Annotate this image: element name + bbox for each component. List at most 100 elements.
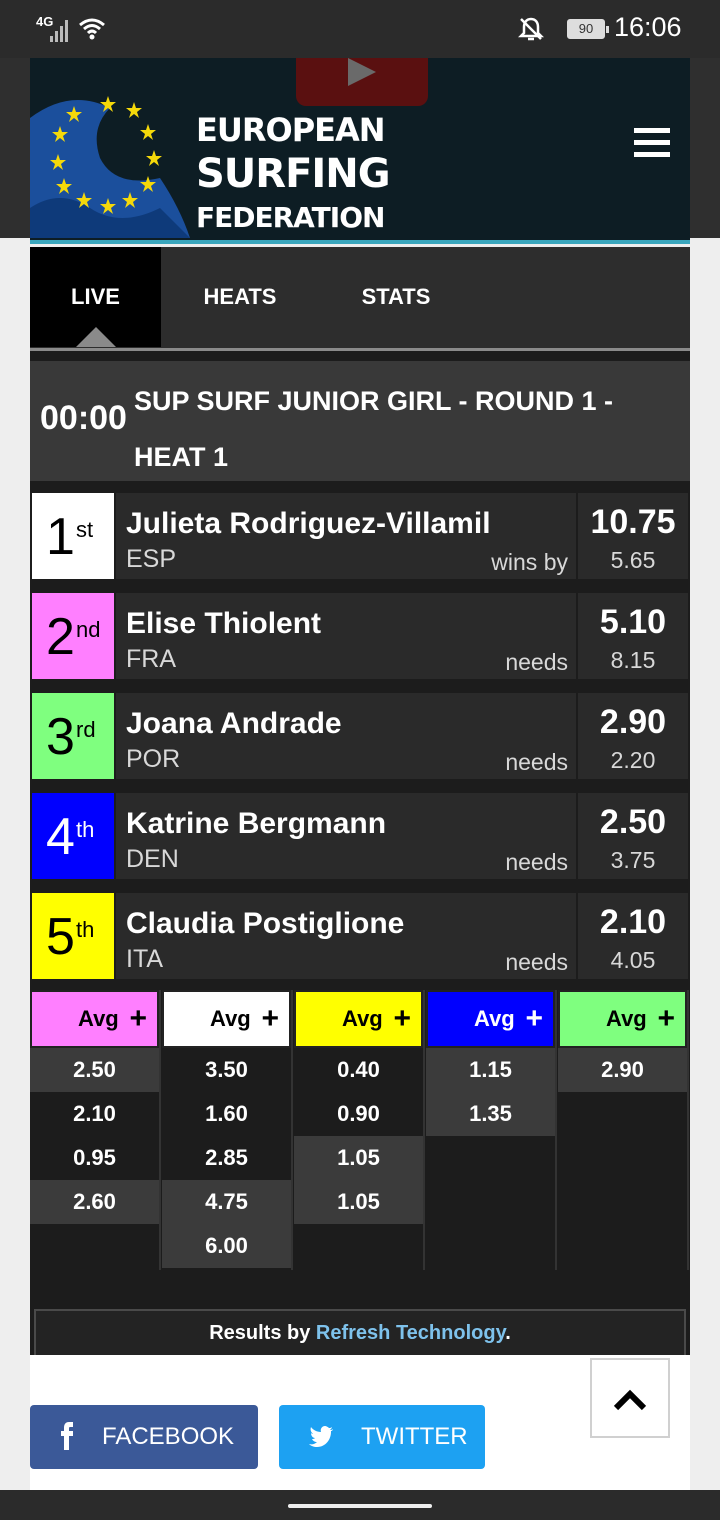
score-difference: 8.15 — [610, 647, 656, 673]
competitor-name: Joana Andrade — [126, 707, 342, 740]
clock: 16:06 — [614, 12, 682, 42]
place-suffix: th — [76, 817, 95, 842]
competitor-country: POR — [126, 745, 181, 773]
total-score: 2.50 — [599, 803, 667, 841]
score-difference: 3.75 — [610, 847, 656, 873]
twitter-label: TWITTER — [361, 1423, 468, 1450]
wave-score: 4.75 — [162, 1180, 291, 1224]
hamburger-menu-icon[interactable] — [634, 128, 670, 160]
share-footer: FACEBOOK TWITTER — [30, 1355, 690, 1490]
facebook-icon — [58, 1405, 78, 1494]
brand-wordmark: EUROPEAN SURFING FEDERATION — [196, 108, 391, 240]
expand-plus-icon[interactable]: + — [525, 992, 543, 1046]
tab-heats[interactable]: HEATS — [176, 247, 304, 347]
competitor-info: Joana Andrade POR needs — [116, 693, 576, 779]
twitter-icon — [307, 1405, 335, 1494]
score-difference: 4.05 — [610, 947, 656, 973]
competitor-country: FRA — [126, 645, 176, 673]
expand-plus-icon[interactable]: + — [393, 992, 411, 1046]
wave-score: 1.35 — [426, 1092, 555, 1136]
wave-score: 1.15 — [426, 1048, 555, 1092]
header-banner: EUROPEAN SURFING FEDERATION — [30, 58, 690, 244]
competitor-info: Claudia Postiglione ITA needs — [116, 893, 576, 979]
score-difference: 2.20 — [610, 747, 656, 773]
wave-column-header[interactable]: Avg + — [30, 990, 159, 1048]
place-number: 5 — [46, 908, 75, 966]
tab-bar: LIVE HEATS STATS — [30, 247, 690, 351]
competitor-name: Julieta Rodriguez-Villamil — [126, 507, 491, 540]
competitor-status: wins by — [491, 549, 568, 575]
expand-plus-icon[interactable]: + — [261, 992, 279, 1046]
wave-column: Avg +2.90 — [558, 990, 689, 1270]
avg-label: Avg — [342, 1006, 383, 1031]
competitor-row[interactable]: 4th Katrine Bergmann DEN needs 2.50 3.75 — [30, 791, 690, 881]
place-suffix: st — [76, 517, 94, 542]
wave-score: 2.10 — [73, 1101, 116, 1126]
score-box: 10.75 5.65 — [578, 493, 688, 579]
avg-label: Avg — [210, 1006, 251, 1031]
facebook-share-button[interactable]: FACEBOOK — [30, 1405, 258, 1469]
tab-live[interactable]: LIVE — [30, 247, 161, 347]
wave-column-header[interactable]: Avg + — [294, 990, 423, 1048]
home-gesture-bar[interactable] — [288, 1504, 432, 1508]
place-suffix: rd — [76, 717, 96, 742]
wave-score: 1.05 — [294, 1136, 423, 1180]
live-scoreboard: LIVE HEATS STATS 00:00 SUP SURF JUNIOR G… — [30, 247, 690, 1357]
scroll-to-top-button[interactable] — [590, 1358, 670, 1438]
total-score: 5.10 — [599, 603, 667, 641]
total-score: 2.90 — [599, 703, 667, 741]
competitor-row[interactable]: 2nd Elise Thiolent FRA needs 5.10 8.15 — [30, 591, 690, 681]
brand-line-3: FEDERATION — [196, 201, 385, 234]
place-number: 1 — [46, 508, 75, 566]
heat-header: 00:00 SUP SURF JUNIOR GIRL - ROUND 1 - H… — [30, 361, 690, 481]
signal-icon — [50, 20, 68, 42]
expand-plus-icon[interactable]: + — [129, 992, 147, 1046]
wave-column-header[interactable]: Avg + — [162, 990, 291, 1048]
twitter-share-button[interactable]: TWITTER — [279, 1405, 485, 1469]
score-box: 2.90 2.20 — [578, 693, 688, 779]
place-badge: 2nd — [32, 593, 114, 679]
tab-stats[interactable]: STATS — [332, 247, 460, 347]
competitor-info: Elise Thiolent FRA needs — [116, 593, 576, 679]
competitor-row[interactable]: 5th Claudia Postiglione ITA needs 2.10 4.05 — [30, 891, 690, 981]
wave-score: 2.50 — [30, 1048, 159, 1092]
brand-line-2: SURFING — [196, 151, 391, 197]
chevron-up-icon — [613, 1389, 647, 1411]
results-credit: Results by Refresh Technology. — [34, 1309, 686, 1357]
wave-score: 6.00 — [162, 1224, 291, 1268]
competitor-row[interactable]: 1st Julieta Rodriguez-Villamil ESP wins by 1… — [30, 491, 690, 581]
total-score: 10.75 — [590, 503, 676, 541]
competitor-status: needs — [505, 749, 568, 775]
place-suffix: nd — [76, 617, 101, 642]
status-bar: 4G 90 16:06 — [0, 0, 720, 58]
competitor-name: Elise Thiolent — [126, 607, 322, 640]
wifi-icon — [78, 16, 106, 45]
avg-label: Avg — [78, 1006, 119, 1031]
wave-column: Avg +1.15 1.35 — [426, 990, 557, 1270]
refresh-technology-link[interactable]: Refresh Technology — [316, 1322, 505, 1344]
system-nav-bar — [0, 1490, 720, 1520]
competitor-row[interactable]: 3rd Joana Andrade POR needs 2.90 2.20 — [30, 691, 690, 781]
score-box: 2.10 4.05 — [578, 893, 688, 979]
banner-accent-line — [30, 240, 690, 244]
place-badge: 5th — [32, 893, 114, 979]
place-badge: 1st — [32, 493, 114, 579]
expand-plus-icon[interactable]: + — [657, 992, 675, 1046]
wave-score: 2.85 — [205, 1145, 248, 1170]
wave-column: Avg +0.40 0.90 1.05 1.05 — [294, 990, 425, 1270]
score-difference: 5.65 — [610, 547, 656, 573]
competitor-status: needs — [505, 649, 568, 675]
avg-label: Avg — [606, 1006, 647, 1031]
wave-column-header[interactable]: Avg + — [426, 990, 555, 1048]
score-box: 5.10 8.15 — [578, 593, 688, 679]
competitor-status: needs — [505, 949, 568, 975]
battery-icon: 90 — [567, 19, 609, 39]
score-box: 2.50 3.75 — [578, 793, 688, 879]
wave-column-header[interactable]: Avg + — [558, 990, 687, 1048]
wave-score: 2.60 — [30, 1180, 159, 1224]
place-number: 2 — [46, 608, 75, 666]
wave-score: 0.40 — [337, 1057, 380, 1082]
total-score: 2.10 — [599, 903, 667, 941]
credit-prefix: Results by — [209, 1322, 316, 1344]
wave-score: 1.05 — [294, 1180, 423, 1224]
